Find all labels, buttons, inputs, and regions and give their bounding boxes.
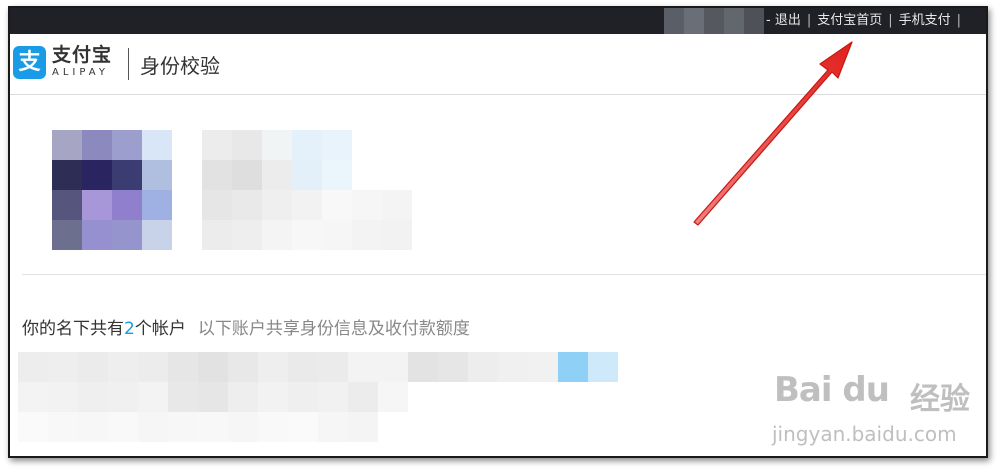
blurred-username	[664, 8, 764, 34]
section-divider	[22, 274, 986, 275]
blurred-avatar	[52, 130, 172, 250]
page-title: 身份校验	[140, 54, 220, 78]
blurred-profile-info	[202, 130, 412, 250]
watermark-url: jingyan.baidu.com	[772, 422, 957, 446]
logo-cn: 支付宝	[52, 44, 113, 66]
top-bar: - 退出 | 支付宝首页 | 手机支付 |	[10, 8, 986, 34]
top-links: - 退出 | 支付宝首页 | 手机支付 |	[766, 8, 967, 34]
header: 支 支付宝 ALIPAY 身份校验	[10, 34, 986, 95]
logo-en: ALIPAY	[52, 67, 109, 78]
browser-frame: - 退出 | 支付宝首页 | 手机支付 | 支 支付宝 ALIPAY 身份校验 你的名下共…	[8, 6, 988, 458]
separator: |	[806, 13, 812, 28]
logout-link[interactable]: - 退出	[766, 13, 801, 28]
baidu-jingyan-watermark: Bai du 经验 jingyan.baidu.com	[770, 370, 980, 450]
accounts-note: 以下账户共享身份信息及收付款额度	[197, 319, 470, 339]
watermark-brand-cn: 经验	[910, 382, 970, 417]
accounts-suffix: 个帐户	[134, 319, 186, 339]
alipay-home-link[interactable]: 支付宝首页	[817, 13, 882, 28]
alipay-logo-icon[interactable]: 支	[13, 46, 46, 79]
mobile-pay-link[interactable]: 手机支付	[899, 13, 951, 28]
accounts-prefix: 你的名下共有	[22, 319, 124, 339]
watermark-brand: Bai du	[774, 370, 890, 410]
blurred-account-list	[18, 352, 618, 442]
separator: |	[888, 13, 893, 28]
separator: |	[956, 13, 962, 28]
logo-divider	[128, 48, 129, 80]
alipay-logo-text[interactable]: 支付宝 ALIPAY	[52, 44, 112, 80]
accounts-count: 2	[124, 319, 135, 339]
accounts-summary: 你的名下共有2个帐户 以下账户共享身份信息及收付款额度	[22, 314, 470, 339]
